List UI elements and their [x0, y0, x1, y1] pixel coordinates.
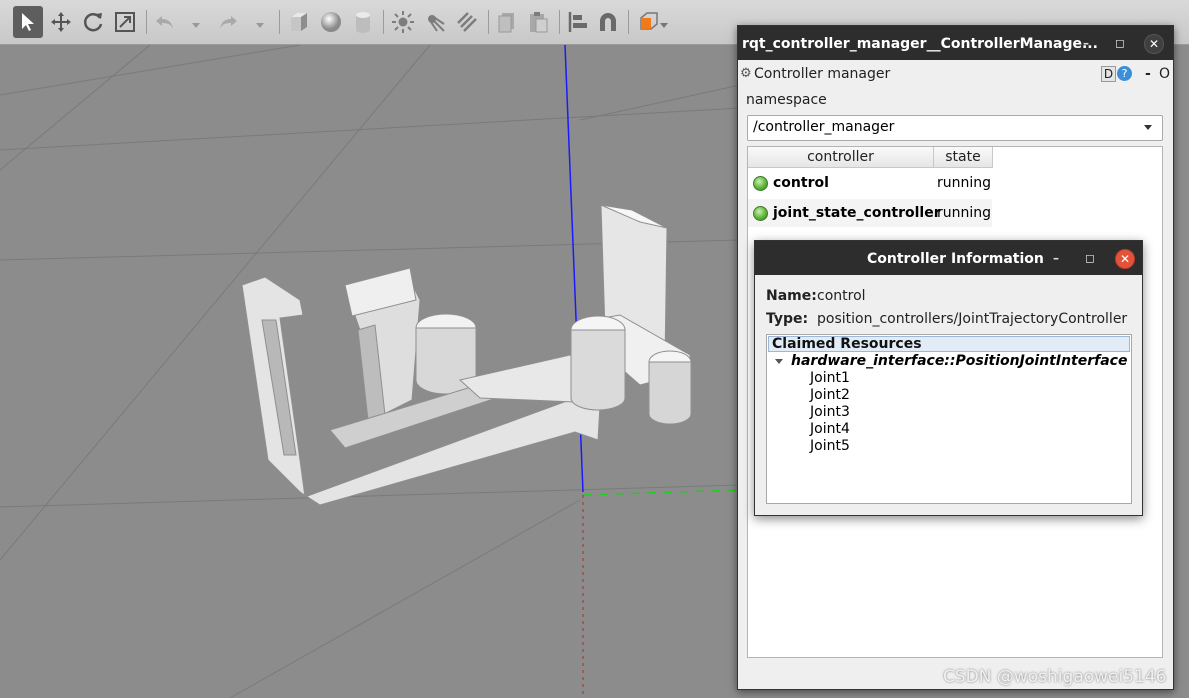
minimize-icon[interactable]: – — [1047, 249, 1065, 267]
close-icon[interactable]: ✕ — [1115, 249, 1135, 269]
dialog-title: Controller Information — [867, 251, 1044, 267]
namespace-combobox[interactable]: /controller_manager — [747, 115, 1163, 141]
controller-state: running — [937, 175, 992, 191]
joint-item[interactable]: Joint4 — [810, 421, 850, 437]
controller-state: running — [937, 205, 992, 221]
scale-icon[interactable] — [110, 7, 140, 37]
chevron-down-icon — [1144, 125, 1152, 130]
paste-icon[interactable] — [523, 7, 553, 37]
window-title: rqt_controller_manager__ControllerManage… — [742, 36, 1098, 52]
rotate-icon[interactable] — [78, 7, 108, 37]
point-light-icon[interactable] — [388, 7, 418, 37]
plugin-gear-icon: ⚙ — [740, 66, 752, 81]
claimed-resources-tree[interactable]: Claimed Resources hardware_interface::Po… — [766, 334, 1132, 504]
close-plugin-button[interactable]: O — [1159, 66, 1170, 82]
joint-item[interactable]: Joint3 — [810, 404, 850, 420]
undo-dropdown-icon[interactable] — [191, 15, 201, 28]
dock-button[interactable]: D — [1101, 66, 1116, 82]
snap-magnet-icon[interactable] — [593, 7, 623, 37]
name-value: control — [817, 288, 866, 304]
name-label: Name: — [766, 288, 817, 304]
namespace-value: /controller_manager — [753, 119, 895, 135]
controller-name: control — [773, 175, 829, 191]
joint-item[interactable]: Joint5 — [810, 438, 850, 454]
box-shape-icon[interactable] — [284, 7, 314, 37]
rqt-titlebar[interactable]: rqt_controller_manager__ControllerManage… — [738, 26, 1173, 60]
namespace-label: namespace — [746, 92, 827, 108]
undo-icon[interactable] — [150, 7, 180, 37]
type-value: position_controllers/JointTrajectoryCont… — [817, 311, 1128, 327]
align-icon[interactable] — [563, 7, 593, 37]
expand-triangle-icon[interactable] — [775, 359, 783, 364]
plugin-label: Controller manager — [754, 66, 891, 82]
controller-name: joint_state_controller — [773, 205, 941, 221]
column-header-controller[interactable]: controller — [748, 147, 934, 168]
table-row[interactable]: control running — [748, 169, 992, 197]
column-header-state[interactable]: state — [934, 147, 993, 168]
plugin-header: ⚙ Controller manager D ? - O — [738, 64, 1173, 86]
minimize-plugin-button[interactable]: - — [1145, 66, 1151, 82]
cylinder-shape-icon[interactable] — [348, 7, 378, 37]
view-angle-dropdown-icon[interactable] — [659, 15, 669, 28]
interface-item[interactable]: hardware_interface::PositionJointInterfa… — [791, 353, 1127, 369]
spot-light-icon[interactable] — [420, 7, 450, 37]
translate-icon[interactable] — [46, 7, 76, 37]
watermark: CSDN @woshigaowei5146 — [943, 667, 1167, 687]
copy-icon[interactable] — [492, 7, 522, 37]
directional-light-icon[interactable] — [452, 7, 482, 37]
redo-icon[interactable] — [213, 7, 243, 37]
help-icon[interactable]: ? — [1117, 66, 1132, 81]
table-row[interactable]: joint_state_controller running — [748, 199, 992, 227]
joint-item[interactable]: Joint2 — [810, 387, 850, 403]
dialog-titlebar[interactable]: Controller Information – ◻ ✕ — [755, 241, 1142, 275]
y-axis — [582, 489, 741, 496]
select-arrow-icon[interactable] — [13, 6, 43, 38]
close-icon[interactable]: ✕ — [1144, 34, 1164, 54]
controller-information-dialog: Controller Information – ◻ ✕ Name: contr… — [754, 240, 1143, 516]
joint-item[interactable]: Joint1 — [810, 370, 850, 386]
running-status-icon — [753, 206, 768, 221]
sphere-shape-icon[interactable] — [316, 7, 346, 37]
running-status-icon — [753, 176, 768, 191]
minimize-icon[interactable]: – — [1077, 34, 1095, 52]
redo-dropdown-icon[interactable] — [255, 15, 265, 28]
robot-model — [241, 204, 692, 506]
maximize-icon[interactable]: ◻ — [1081, 249, 1099, 267]
maximize-icon[interactable]: ◻ — [1111, 34, 1129, 52]
claimed-resources-header: Claimed Resources — [768, 336, 1130, 352]
type-label: Type: — [766, 311, 809, 327]
